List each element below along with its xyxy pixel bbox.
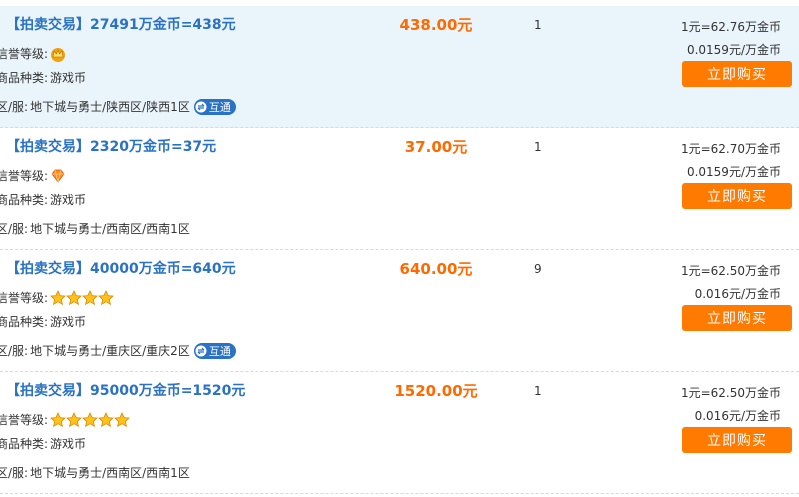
- exchange-rate: 1元=62.70万金币: [680, 142, 781, 156]
- level-label: 信誉等级:: [0, 169, 49, 183]
- listing-row: 【拍卖交易】40000万金币=640元 信誉等级: 商品种类: 游戏币 区/服:…: [0, 250, 799, 372]
- star-icon: [98, 289, 114, 305]
- level-stars: [50, 289, 114, 306]
- category-value: 游戏币: [50, 193, 87, 207]
- listing-row: 【拍卖交易】27491万金币=438元 信誉等级: 商品种类: 游戏币 区/服:…: [0, 6, 799, 128]
- quantity: 1: [534, 140, 542, 154]
- item-category: 商品种类: 游戏币: [0, 313, 86, 330]
- server-info: 区/服: 地下城与勇士/西南区/西南1区: [0, 464, 190, 481]
- item-category: 商品种类: 游戏币: [0, 191, 86, 208]
- quantity: 1: [534, 18, 542, 32]
- interop-badge: 互通: [193, 342, 236, 359]
- quantity: 9: [534, 262, 542, 276]
- listing-title[interactable]: 【拍卖交易】2320万金币=37元: [6, 136, 216, 156]
- exchange-rate: 1元=62.50万金币: [680, 386, 781, 400]
- seller-level: 信誉等级:: [0, 289, 114, 306]
- server-label: 区/服:: [0, 344, 29, 358]
- buy-now-button[interactable]: 立即购买: [682, 427, 792, 453]
- interop-badge: 互通: [193, 98, 236, 115]
- listing-row: 【拍卖交易】95000万金币=1520元 信誉等级: 商品种类: 游戏币 区/服…: [0, 372, 799, 494]
- server-value: 地下城与勇士/西南区/西南1区: [30, 466, 190, 480]
- server-value: 地下城与勇士/西南区/西南1区: [30, 222, 190, 236]
- server-value: 地下城与勇士/陕西区/陕西1区: [30, 100, 190, 114]
- exchange-rate: 1元=62.50万金币: [680, 264, 781, 278]
- star-icon: [82, 411, 98, 427]
- item-category: 商品种类: 游戏币: [0, 435, 86, 452]
- swap-icon: [195, 345, 207, 356]
- unit-price: 0.0159元/万金币: [686, 165, 781, 179]
- unit-price: 0.016元/万金币: [694, 409, 781, 423]
- server-label: 区/服:: [0, 222, 29, 236]
- price: 438.00元: [399, 16, 473, 34]
- item-category: 商品种类: 游戏币: [0, 69, 86, 86]
- interop-badge-label: 互通: [208, 100, 231, 114]
- star-icon: [114, 411, 130, 427]
- buy-now-button[interactable]: 立即购买: [682, 183, 792, 209]
- price: 1520.00元: [394, 382, 478, 400]
- category-value: 游戏币: [50, 315, 87, 329]
- server-value: 地下城与勇士/重庆区/重庆2区: [30, 344, 190, 358]
- star-icon: [82, 289, 98, 305]
- server-info: 区/服: 地下城与勇士/西南区/西南1区: [0, 220, 190, 237]
- seller-level: 信誉等级:: [0, 167, 66, 184]
- diamond-icon: [51, 169, 65, 183]
- star-icon: [50, 289, 66, 305]
- server-info: 区/服: 地下城与勇士/重庆区/重庆2区 互通: [0, 342, 236, 359]
- level-label: 信誉等级:: [0, 413, 49, 427]
- category-label: 商品种类:: [0, 193, 49, 207]
- seller-level: 信誉等级:: [0, 45, 66, 62]
- buy-now-button[interactable]: 立即购买: [682, 61, 792, 87]
- seller-level: 信誉等级:: [0, 411, 130, 428]
- price: 37.00元: [404, 138, 468, 156]
- quantity: 1: [534, 384, 542, 398]
- listing-title[interactable]: 【拍卖交易】27491万金币=438元: [6, 14, 236, 34]
- listing-title[interactable]: 【拍卖交易】40000万金币=640元: [6, 258, 236, 278]
- star-icon: [98, 411, 114, 427]
- listing-title[interactable]: 【拍卖交易】95000万金币=1520元: [6, 380, 245, 400]
- server-info: 区/服: 地下城与勇士/陕西区/陕西1区 互通: [0, 98, 236, 115]
- category-label: 商品种类:: [0, 437, 49, 451]
- star-icon: [50, 411, 66, 427]
- unit-price: 0.0159元/万金币: [686, 43, 781, 57]
- exchange-rate: 1元=62.76万金币: [680, 20, 781, 34]
- level-stars: [50, 411, 130, 428]
- server-label: 区/服:: [0, 466, 29, 480]
- category-label: 商品种类:: [0, 315, 49, 329]
- unit-price: 0.016元/万金币: [694, 287, 781, 301]
- crown-icon: [51, 47, 66, 62]
- level-label: 信誉等级:: [0, 291, 49, 305]
- star-icon: [66, 411, 82, 427]
- listing-row: 【拍卖交易】2320万金币=37元 信誉等级: 商品种类: 游戏币 区/服: 地…: [0, 128, 799, 250]
- category-value: 游戏币: [50, 437, 87, 451]
- interop-badge-label: 互通: [208, 344, 231, 358]
- server-label: 区/服:: [0, 100, 29, 114]
- buy-now-button[interactable]: 立即购买: [682, 305, 792, 331]
- level-label: 信誉等级:: [0, 47, 49, 61]
- swap-icon: [195, 101, 207, 112]
- star-icon: [66, 289, 82, 305]
- category-value: 游戏币: [50, 71, 87, 85]
- category-label: 商品种类:: [0, 71, 49, 85]
- price: 640.00元: [399, 260, 473, 278]
